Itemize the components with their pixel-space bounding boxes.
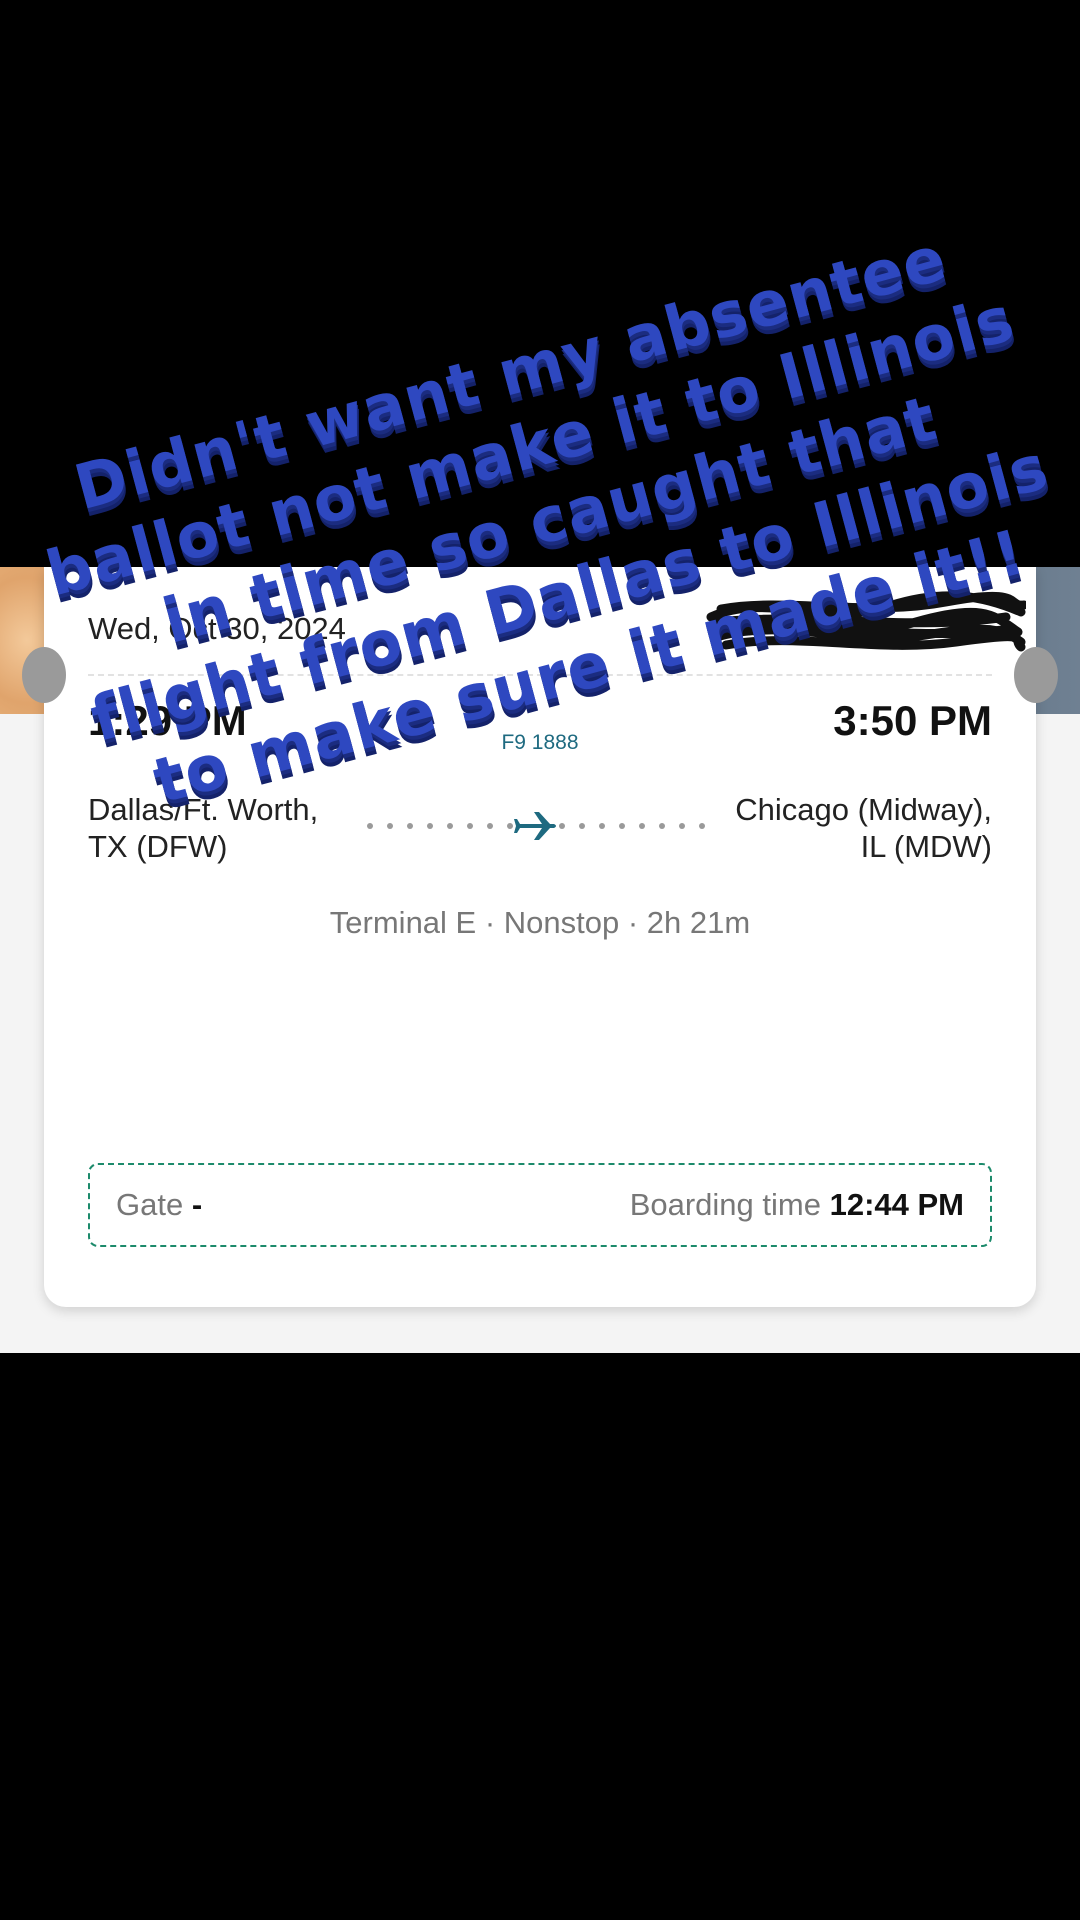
arrival-city-line1: Chicago (Midway), <box>735 792 992 827</box>
gate-info: Gate - <box>116 1187 202 1223</box>
boarding-info: Boarding time 12:44 PM <box>630 1187 964 1223</box>
gate-value: - <box>191 1187 203 1222</box>
gate-boarding-box: Gate - Boarding time 12:44 PM <box>88 1163 992 1247</box>
arrival-city: Chicago (Midway), IL (MDW) <box>735 791 992 865</box>
arrival-time: 3:50 PM <box>833 697 992 744</box>
route-line <box>367 812 705 840</box>
ticket-notch-right <box>1014 647 1058 703</box>
boarding-label: Boarding time <box>629 1187 821 1222</box>
departure-city-line2: TX (DFW) <box>88 829 228 864</box>
gate-label: Gate <box>116 1187 184 1222</box>
flight-details: Terminal E · Nonstop · 2h 21m <box>329 905 751 940</box>
airplane-icon <box>514 812 556 840</box>
arrival-city-line2: IL (MDW) <box>860 829 992 864</box>
boarding-time-value: 12:44 PM <box>829 1187 964 1222</box>
